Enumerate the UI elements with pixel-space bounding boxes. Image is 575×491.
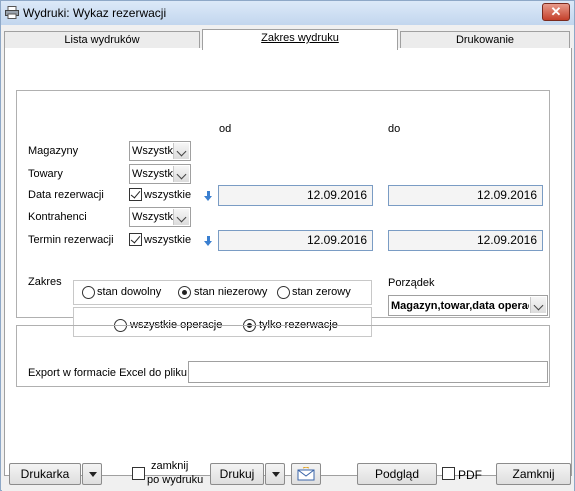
magazyny-combo[interactable]: Wszystkie [129,141,191,161]
radio-label: stan niezerowy [194,286,268,298]
printer-icon [5,6,19,19]
radio-label: stan zerowy [292,286,351,298]
radio-label: stan dowolny [97,286,162,298]
envelope-icon [297,466,315,481]
tab-drukowanie[interactable]: Drukowanie [400,31,570,49]
termin-rezerwacji-all-label: wszystkie [144,234,192,246]
preview-button[interactable]: Podgląd [357,463,437,485]
kontrahenci-label: Kontrahenci [28,211,87,223]
range-to-header: do [388,123,401,135]
termin-rezerwacji-from-field[interactable]: 12.09.2016 [218,230,373,251]
combo-value: Wszystkie [132,145,174,157]
chevron-down-icon[interactable] [173,143,189,159]
combo-value: Wszystkie [132,168,174,180]
towary-label: Towary [28,168,63,180]
close-after-print-label-1: zamknij [151,460,189,472]
chevron-down-icon[interactable] [530,297,546,313]
title-bar: Wydruki: Wykaz rezerwacji ✕ [1,1,574,25]
combo-value: Wszystkie [132,211,174,223]
data-rezerwacji-all-label: wszystkie [144,189,192,201]
tab-zakres-wydruku[interactable]: Zakres wydruku [202,29,398,50]
window-close-button[interactable]: ✕ [542,3,570,21]
arrow-down-icon [204,236,213,247]
termin-rezerwacji-label: Termin rezerwacji [28,234,114,246]
towary-combo[interactable]: Wszystkie [129,164,191,184]
data-rezerwacji-label: Data rezerwacji [28,189,104,201]
pdf-label: PDF [458,468,482,482]
close-after-print-label-2: po wydruku [147,474,204,486]
chevron-down-icon[interactable] [173,166,189,182]
print-dialog-window: Wydruki: Wykaz rezerwacji ✕ Lista wydruk… [0,0,575,491]
window-title: Wydruki: Wykaz rezerwacji [23,6,167,20]
data-rezerwacji-to-field[interactable]: 12.09.2016 [388,185,543,206]
porzadek-combo[interactable]: Magazyn,towar,data operacji [388,295,548,316]
zakres-label: Zakres [28,276,62,288]
termin-rezerwacji-all-checkbox[interactable] [129,233,142,246]
tab-label: Drukowanie [455,34,515,46]
radio-stan-niezerowy[interactable] [178,286,191,299]
magazyny-label: Magazyny [28,145,79,157]
radio-stan-zerowy[interactable] [277,286,290,299]
radio-stan-dowolny[interactable] [82,286,95,299]
porzadek-label: Porządek [388,277,435,289]
termin-rezerwacji-to-field[interactable]: 12.09.2016 [388,230,543,251]
range-from-header: od [219,123,232,135]
pdf-checkbox[interactable] [442,467,455,480]
tab-label: Lista wydruków [64,34,140,46]
data-rezerwacji-from-field[interactable]: 12.09.2016 [218,185,373,206]
chevron-down-icon[interactable] [173,209,189,225]
data-rezerwacji-all-checkbox[interactable] [129,188,142,201]
print-button[interactable]: Drukuj [210,463,264,485]
close-after-print-checkbox[interactable] [132,467,145,480]
email-button[interactable] [291,463,321,485]
kontrahenci-combo[interactable]: Wszystkie [129,207,191,227]
tab-strip: Lista wydruków Zakres wydruku Drukowanie [4,29,570,50]
printer-button[interactable]: Drukarka [9,463,81,485]
print-dropdown-button[interactable] [265,463,285,485]
combo-value: Magazyn,towar,data operacji [391,300,529,312]
tab-label: Zakres wydruku [261,32,339,44]
export-file-input[interactable] [188,361,548,383]
close-button[interactable]: Zamknij [496,463,571,485]
printer-dropdown-button[interactable] [82,463,102,485]
arrow-down-icon [204,191,213,202]
tab-lista-wydrukow[interactable]: Lista wydruków [4,31,200,49]
export-label: Export w formacie Excel do pliku [28,367,187,379]
